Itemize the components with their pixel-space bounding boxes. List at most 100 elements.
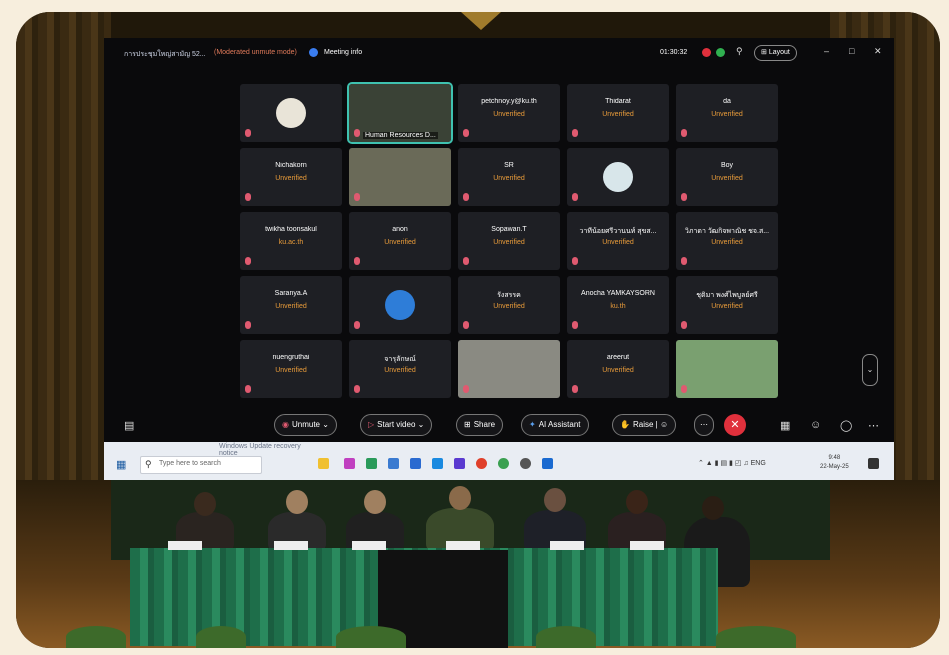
meeting-controls: ▤ ◉ Unmute ⌄ ▷ Start video ⌄ ⊞ Share ✦ AI As…	[104, 408, 894, 442]
muted-mic-icon	[245, 321, 251, 329]
minimize-icon[interactable]: –	[824, 46, 829, 56]
participant-status: Unverified	[711, 111, 743, 118]
participant-tile[interactable]	[240, 84, 342, 142]
meeting-timer: 01:30:32	[660, 49, 688, 56]
participant-tile[interactable]: anon Unverified	[349, 212, 451, 270]
participant-tile[interactable]	[567, 148, 669, 206]
maximize-icon[interactable]: □	[849, 46, 854, 56]
participant-name: วาทีน้อยศรีวานนท์ สุขส...	[579, 228, 657, 235]
layout-button[interactable]: ⊞ Layout	[754, 45, 797, 61]
app-icon[interactable]	[454, 458, 465, 469]
status-icon	[716, 48, 725, 57]
taskbar-clock[interactable]: 9:48 22-May-25	[820, 454, 849, 472]
edge-icon[interactable]	[366, 458, 377, 469]
unmute-button[interactable]: ◉ Unmute ⌄	[274, 414, 337, 436]
participant-tile[interactable]: petchnoy.y@ku.th Unverified	[458, 84, 560, 142]
participant-tile[interactable]: nuengruthai Unverified	[240, 340, 342, 398]
more-icon[interactable]: ⋯	[868, 419, 879, 432]
close-icon[interactable]: ✕	[874, 46, 882, 57]
participant-tile[interactable]	[349, 148, 451, 206]
store-icon[interactable]	[388, 458, 399, 469]
muted-mic-icon	[245, 385, 251, 393]
update-notice-title: Windows Update recovery	[219, 443, 301, 450]
participant-tile[interactable]: Saranya.A Unverified	[240, 276, 342, 334]
muted-mic-icon	[681, 257, 687, 265]
nameplate	[630, 541, 664, 550]
participant-name: รังสรรค	[497, 292, 521, 299]
ai-assistant-button[interactable]: ✦ AI Assistant	[521, 414, 589, 436]
participant-tile[interactable]: รังสรรค Unverified	[458, 276, 560, 334]
start-video-button[interactable]: ▷ Start video ⌄	[360, 414, 433, 436]
chat-icon[interactable]: ◯	[840, 419, 852, 432]
clock-date: 22-May-25	[820, 464, 849, 470]
participant-tile[interactable]: areerut Unverified	[567, 340, 669, 398]
webex-icon[interactable]	[542, 458, 553, 469]
avatar	[603, 162, 633, 192]
muted-mic-icon	[681, 193, 687, 201]
photos-icon[interactable]	[432, 458, 443, 469]
panelist-head	[286, 490, 308, 514]
participant-tile[interactable]: Sopawan.T Unverified	[458, 212, 560, 270]
chat-panel-icon[interactable]: ▤	[124, 419, 134, 432]
search-icon[interactable]: ⚲	[736, 46, 743, 57]
participant-status: Unverified	[275, 367, 307, 374]
settings-icon[interactable]	[520, 458, 531, 469]
clock-time: 9:48	[828, 455, 841, 461]
participant-tile[interactable]	[458, 340, 560, 398]
end-call-icon[interactable]: ✕	[724, 414, 746, 436]
participant-tile[interactable]: Thidarat Unverified	[567, 84, 669, 142]
app-icon[interactable]	[344, 458, 355, 469]
scroll-down-icon[interactable]: ⌄	[862, 354, 878, 386]
chrome-icon[interactable]	[476, 458, 487, 469]
share-button[interactable]: ⊞ Share	[456, 414, 504, 436]
participant-status: Unverified	[493, 239, 525, 246]
participant-status: Unverified	[275, 175, 307, 182]
participant-tile[interactable]: da Unverified	[676, 84, 778, 142]
info-icon[interactable]	[309, 48, 318, 57]
participant-tile[interactable]: Boy Unverified	[676, 148, 778, 206]
plant	[536, 626, 596, 648]
outlook-icon[interactable]	[410, 458, 421, 469]
taskbar-search[interactable]: ⚲ Type here to search	[140, 456, 262, 474]
participant-status: Unverified	[384, 367, 416, 374]
participant-name: petchnoy.y@ku.th	[481, 98, 537, 105]
participant-tile[interactable]: ชุติมา พงศ์ไพบูลย์ศรี Unverified	[676, 276, 778, 334]
participant-tile[interactable]: วาทีน้อยศรีวานนท์ สุขส... Unverified	[567, 212, 669, 270]
muted-mic-icon	[572, 257, 578, 265]
panelist-head	[194, 492, 216, 516]
camera-icon: ▷	[368, 420, 375, 429]
system-tray[interactable]: ⌃ ▲ ▮ ▤ ▮ ◰ ♫ ENG	[698, 459, 766, 467]
windows-start-icon[interactable]: ▦	[116, 458, 126, 471]
participant-tile[interactable]: SR Unverified	[458, 148, 560, 206]
participant-status: Unverified	[493, 303, 525, 310]
participant-tile[interactable]: จารุลักษณ์ Unverified	[349, 340, 451, 398]
plant	[336, 626, 406, 648]
notification-icon[interactable]	[868, 458, 879, 469]
muted-mic-icon	[572, 321, 578, 329]
windows-taskbar: Windows Update recovery notice ▦ ⚲ Type h…	[104, 442, 894, 480]
meeting-title: การประชุมใหญ่สามัญ 52...	[124, 51, 206, 58]
participant-name: da	[723, 98, 731, 105]
participants-icon[interactable]: ☺	[810, 419, 821, 431]
participant-tile[interactable]: วิภาดา วัฒกิจพาณิช ชจ.ส... Unverified	[676, 212, 778, 270]
projection-screen: การประชุมใหญ่สามัญ 52... (Moderated unmu…	[104, 38, 894, 442]
weather-icon[interactable]	[318, 458, 329, 469]
participant-status: Unverified	[602, 367, 634, 374]
participant-tile[interactable]: Anocha YAMKAYSORN ku.th	[567, 276, 669, 334]
participant-tile[interactable]: twikha toonsakul ku.ac.th	[240, 212, 342, 270]
panelist-head	[544, 488, 566, 512]
participant-tile[interactable]: Nichakorn Unverified	[240, 148, 342, 206]
more-options-button[interactable]: ⋯	[694, 414, 714, 436]
participant-tile[interactable]	[676, 340, 778, 398]
participant-name: Anocha YAMKAYSORN	[581, 290, 655, 297]
participant-name: วิภาดา วัฒกิจพาณิช ชจ.ส...	[684, 228, 770, 235]
raise-button[interactable]: ✋ Raise | ☺	[612, 414, 677, 436]
participant-tile[interactable]	[349, 276, 451, 334]
chrome-icon[interactable]	[498, 458, 509, 469]
layout-label: Layout	[768, 49, 790, 56]
muted-mic-icon	[354, 129, 360, 137]
apps-icon[interactable]: ▦	[780, 419, 790, 432]
meeting-info-link[interactable]: Meeting info	[324, 49, 362, 56]
participant-status: ku.ac.th	[278, 239, 304, 246]
participant-tile[interactable]: Human Resources D...	[347, 82, 453, 144]
